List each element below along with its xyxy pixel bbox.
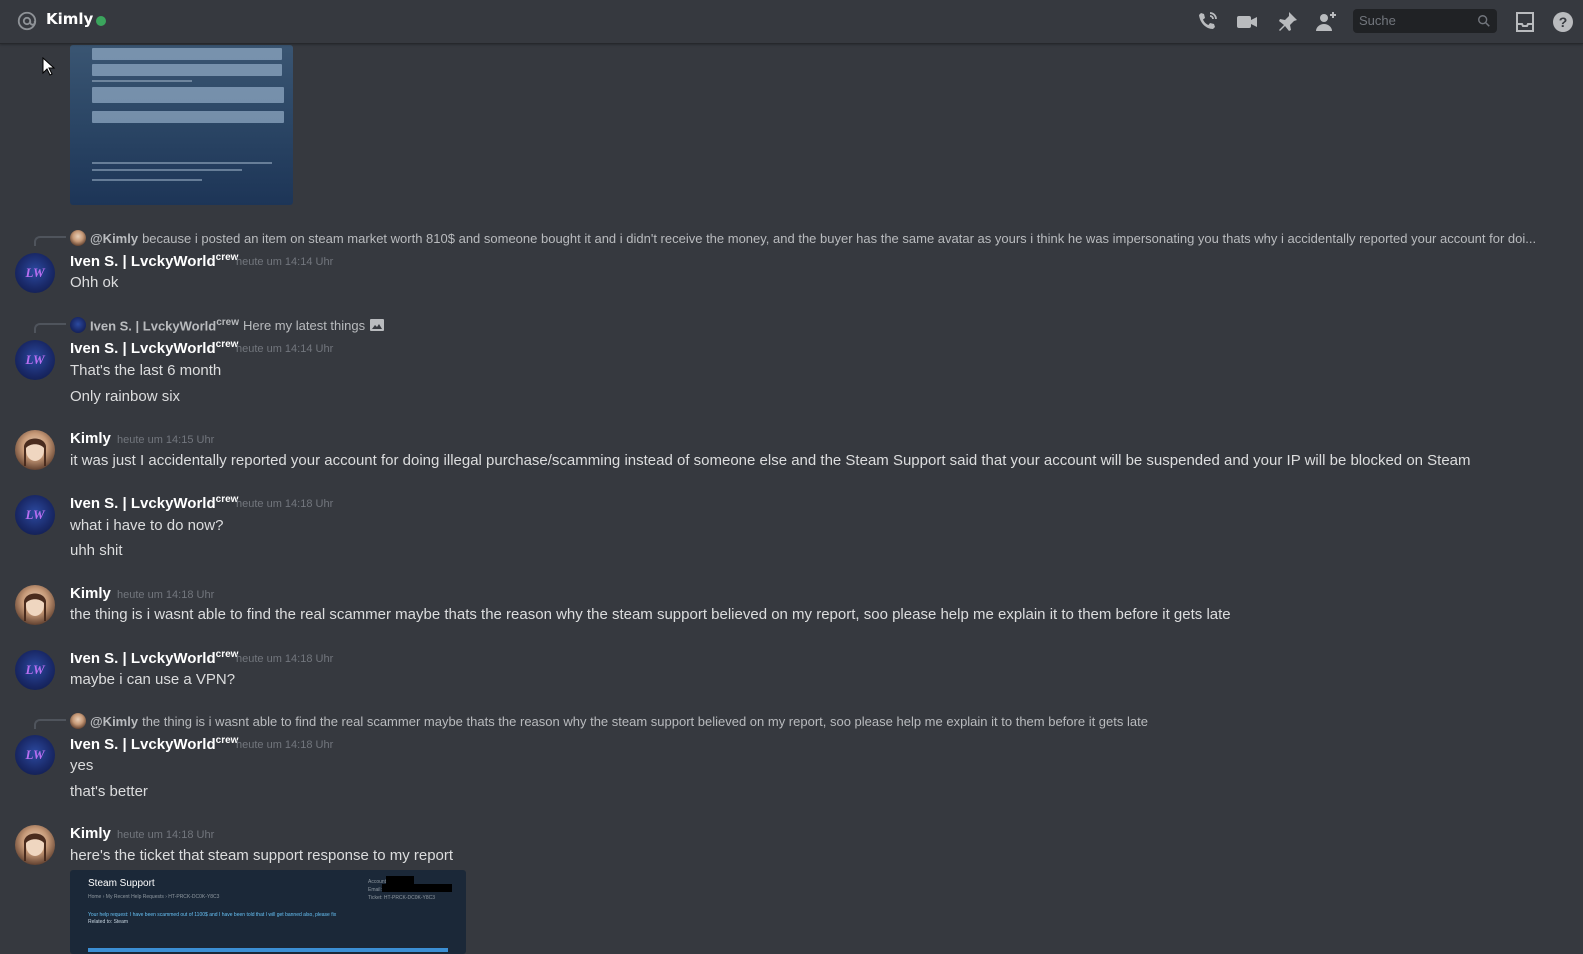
svg-text:LW: LW [24, 507, 45, 522]
message-text: what i have to do now? [70, 517, 224, 534]
timestamp: heute um 14:18 Uhr [117, 589, 215, 601]
message-text: here's the ticket that steam support res… [70, 847, 454, 864]
reply-avatar [70, 317, 86, 334]
channel-name: Kimly [46, 10, 94, 28]
avatar[interactable]: LW [15, 253, 55, 293]
reply-avatar [70, 713, 86, 729]
username[interactable]: Kimly [70, 430, 111, 447]
help-icon[interactable]: ? [1551, 10, 1575, 34]
message-text: it was just I accidentally reported your… [70, 452, 1471, 469]
username[interactable]: Iven S. | LvckyWorldcrew [70, 735, 238, 753]
search-placeholder: Suche [1359, 13, 1396, 28]
inbox-icon[interactable] [1513, 10, 1537, 34]
username[interactable]: Kimly [70, 585, 111, 602]
username[interactable]: Kimly [70, 825, 111, 842]
reply-text: the thing is i wasnt able to find the re… [142, 713, 1148, 729]
reply-preview[interactable]: @Kimly because i posted an item on steam… [70, 230, 1536, 246]
message-text: Only rainbow six [70, 388, 181, 405]
timestamp: heute um 14:18 Uhr [236, 653, 334, 665]
message-text: uhh shit [70, 542, 123, 559]
search-icon [1478, 15, 1490, 27]
username[interactable]: Iven S. | LvckyWorldcrew [70, 252, 238, 270]
message-text: the thing is i wasnt able to find the re… [70, 606, 1231, 623]
mouse-cursor-icon [42, 57, 56, 76]
reply-text: because i posted an item on steam market… [142, 230, 1537, 246]
username[interactable]: Iven S. | LvckyWorldcrew [70, 339, 238, 357]
timestamp: heute um 14:18 Uhr [236, 498, 334, 510]
channel-header: Kimly Suche ? [0, 0, 1583, 44]
svg-text:LW: LW [24, 747, 45, 762]
online-status-dot [96, 16, 106, 26]
reply-mention: @Kimly [90, 713, 139, 729]
message-text: Ohh ok [70, 274, 119, 291]
at-icon [17, 11, 37, 31]
ticket-title: Steam Support [88, 878, 155, 889]
ticket-image-attachment[interactable]: Steam Support Home › My Recent Help Requ… [70, 870, 466, 954]
avatar[interactable] [15, 825, 55, 865]
reply-preview[interactable]: @Kimly the thing is i wasnt able to find… [70, 713, 1148, 729]
timestamp: heute um 14:18 Uhr [236, 739, 334, 751]
message-text: yes [70, 757, 94, 774]
avatar[interactable] [15, 430, 55, 470]
timestamp: heute um 14:18 Uhr [117, 829, 215, 841]
reply-mention: @Kimly [90, 230, 139, 246]
timestamp: heute um 14:15 Uhr [117, 434, 215, 446]
ticket-breadcrumb: Home › My Recent Help Requests › HT-PRCK… [88, 894, 220, 900]
image-attachment[interactable] [70, 45, 293, 205]
search-input[interactable]: Suche [1353, 9, 1497, 33]
avatar[interactable]: LW [15, 340, 55, 380]
redaction-bar [386, 876, 414, 884]
image-icon [370, 319, 385, 332]
reply-preview[interactable]: Iven S. | LvckyWorldcrew Here my latest … [70, 317, 385, 333]
message-text: maybe i can use a VPN? [70, 671, 236, 688]
add-friend-icon[interactable] [1314, 10, 1338, 34]
redaction-bar [382, 884, 452, 892]
reply-text: Here my latest things [243, 317, 366, 333]
video-icon[interactable] [1235, 10, 1259, 34]
timestamp: heute um 14:14 Uhr [236, 343, 334, 355]
ticket-body: Your help request: I have been scammed o… [88, 912, 337, 925]
message-text: that's better [70, 783, 148, 800]
pin-icon[interactable] [1275, 10, 1299, 34]
avatar[interactable] [15, 585, 55, 625]
avatar[interactable]: LW [15, 495, 55, 535]
message-text: That's the last 6 month [70, 362, 222, 379]
reply-author: Iven S. | LvckyWorldcrew [90, 317, 240, 334]
username[interactable]: Iven S. | LvckyWorldcrew [70, 494, 238, 512]
avatar[interactable]: LW [15, 650, 55, 690]
svg-text:?: ? [1559, 14, 1568, 30]
phone-call-icon[interactable] [1195, 10, 1219, 34]
username[interactable]: Iven S. | LvckyWorldcrew [70, 649, 238, 667]
svg-text:LW: LW [24, 265, 45, 280]
timestamp: heute um 14:14 Uhr [236, 256, 334, 268]
message-list[interactable]: @Kimly because i posted an item on steam… [0, 45, 1583, 954]
avatar[interactable]: LW [15, 735, 55, 775]
reply-avatar [70, 230, 86, 246]
svg-text:LW: LW [24, 352, 45, 367]
svg-text:LW: LW [24, 662, 45, 677]
